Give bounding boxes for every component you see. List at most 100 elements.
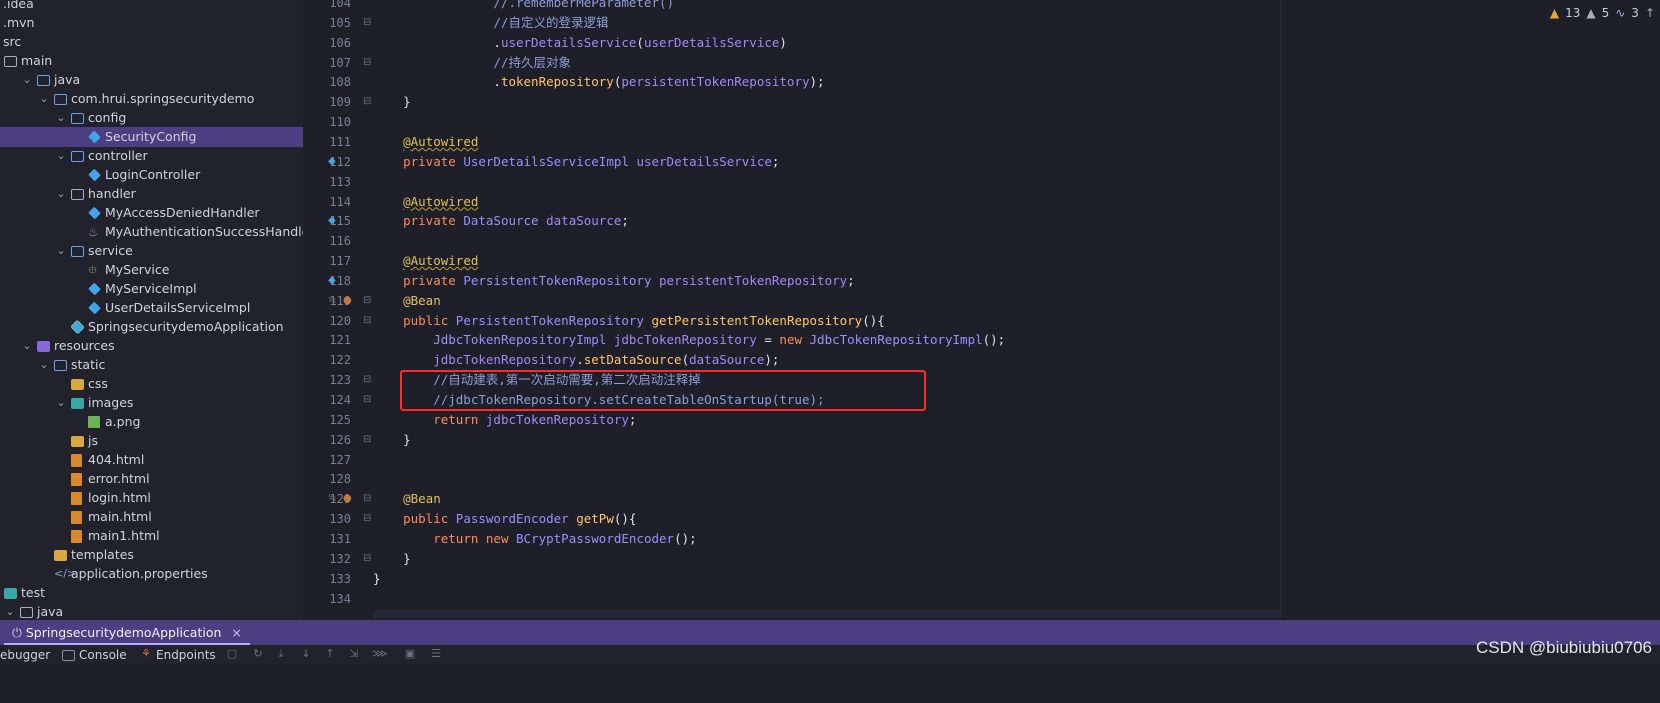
code-line[interactable]: //持久层对象 [373, 53, 571, 73]
tree-item[interactable]: main [0, 51, 303, 71]
chevron-down-icon[interactable]: ⌄ [55, 184, 67, 204]
step-out-icon[interactable]: ↑ [324, 648, 336, 660]
code-line[interactable]: private UserDetailsServiceImpl userDetai… [373, 152, 779, 172]
fold-icon[interactable]: ⊟ [363, 390, 371, 410]
fold-icon[interactable]: ⊟ [363, 13, 371, 33]
tree-item[interactable]: main.html [0, 507, 303, 527]
tree-item[interactable]: a.png [0, 412, 303, 432]
implementation-gutter-icon[interactable]: ≒ [328, 291, 336, 311]
tree-item[interactable]: ⌄ static [0, 355, 303, 375]
chevron-down-icon[interactable]: ⌄ [55, 241, 67, 261]
code-line[interactable]: } [373, 430, 411, 450]
fold-icon[interactable]: ⊟ [363, 489, 371, 509]
code-line[interactable]: return new BCryptPasswordEncoder(); [373, 529, 696, 549]
code-line[interactable]: //.rememberMeParameter() [373, 0, 674, 13]
tree-item[interactable]: ⌄ resources [0, 336, 303, 356]
chevron-down-icon[interactable]: ⌄ [21, 336, 33, 356]
tab-endpoints[interactable]: Endpoints [156, 647, 216, 663]
chevron-down-icon[interactable]: ⌄ [55, 108, 67, 128]
bean-gutter-icon[interactable]: ◆ [328, 271, 336, 291]
bean-gutter-icon[interactable]: ◆ [328, 152, 336, 172]
code-line[interactable]: private PersistentTokenRepository persis… [373, 271, 855, 291]
fold-icon[interactable]: ⊟ [363, 53, 371, 73]
tree-item[interactable]: SpringsecuritydemoApplication [0, 317, 303, 337]
tree-item[interactable]: css [0, 374, 303, 394]
tree-item[interactable]: templates [0, 545, 303, 565]
tree-item[interactable]: test [0, 583, 303, 603]
code-line[interactable]: @Bean [373, 489, 441, 509]
code-line[interactable]: private DataSource dataSource; [373, 211, 629, 231]
tree-item[interactable]: ⌄ java [0, 70, 303, 90]
layout-icon[interactable]: ▢ [226, 648, 238, 660]
inspection-widget[interactable]: ▲ 13 ▲ 5 ∿ 3 ↑ [1550, 6, 1655, 20]
tree-item[interactable]: ♨ MyAuthenticationSuccessHandler.jav [0, 222, 303, 242]
chevron-up-icon[interactable]: ↑ [1645, 6, 1655, 20]
code-editor[interactable]: //.rememberMeParameter() //自定义的登录逻辑 .use… [373, 0, 1280, 610]
step-into-icon[interactable]: ↓ [300, 648, 312, 660]
bean-gutter-icon[interactable]: ◆ [328, 211, 336, 231]
tree-item[interactable]: ⌄ handler [0, 184, 303, 204]
tree-item[interactable]: 404.html [0, 450, 303, 470]
tree-item[interactable]: SecurityConfig [0, 127, 303, 147]
implementation-gutter-icon[interactable]: ≒ [328, 489, 336, 509]
tree-item[interactable]: src [0, 32, 303, 52]
chevron-down-icon[interactable]: ⌄ [4, 602, 16, 622]
fold-icon[interactable]: ⊟ [363, 509, 371, 529]
code-line[interactable]: } [373, 569, 381, 589]
chevron-down-icon[interactable]: ⌄ [21, 70, 33, 90]
tab-springsecuritydemo-application[interactable]: ⏻ SpringsecuritydemoApplication × [4, 620, 250, 645]
code-line[interactable]: //自定义的登录逻辑 [373, 13, 608, 33]
tree-item[interactable]: ⌄ com.hrui.springsecuritydemo [0, 89, 303, 109]
tree-item[interactable]: ⌄ controller [0, 146, 303, 166]
close-tab-icon[interactable]: × [231, 625, 241, 640]
tree-item[interactable]: MyServiceImpl [0, 279, 303, 299]
code-line[interactable]: public PersistentTokenRepository getPers… [373, 311, 885, 331]
tree-item[interactable]: MyAccessDeniedHandler [0, 203, 303, 223]
fold-icon[interactable]: ⊟ [363, 370, 371, 390]
horizontal-scrollbar[interactable] [373, 610, 1280, 618]
code-line[interactable]: return jdbcTokenRepository; [373, 410, 636, 430]
code-line[interactable]: .userDetailsService(userDetailsService) [373, 33, 787, 53]
rerun-icon[interactable]: ↻ [252, 648, 264, 660]
tab-console[interactable]: Console [79, 647, 127, 663]
tree-item[interactable]: ⌄ images [0, 393, 303, 413]
chevron-down-icon[interactable]: ⌄ [38, 355, 50, 375]
fold-icon[interactable]: ⊟ [363, 549, 371, 569]
tree-item[interactable]: login.html [0, 488, 303, 508]
code-line[interactable]: @Autowired [373, 132, 478, 152]
code-line[interactable]: } [373, 92, 411, 112]
tree-item[interactable]: error.html [0, 469, 303, 489]
tree-item[interactable]: .idea [0, 0, 303, 14]
fold-icon[interactable]: ⊟ [363, 311, 371, 331]
chevron-down-icon[interactable]: ⌄ [55, 393, 67, 413]
tree-item[interactable]: ⯐ MyService [0, 260, 303, 280]
bean-method-gutter-icon[interactable]: ● [343, 291, 352, 311]
tree-item[interactable]: ⌄ java [0, 602, 303, 622]
code-line[interactable]: JdbcTokenRepositoryImpl jdbcTokenReposit… [373, 330, 1005, 350]
code-line[interactable]: .tokenRepository(persistentTokenReposito… [373, 72, 824, 92]
fold-icon[interactable]: ⊟ [363, 92, 371, 112]
tree-item[interactable]: UserDetailsServiceImpl [0, 298, 303, 318]
tree-item[interactable]: LoginController [0, 165, 303, 185]
step-over-icon[interactable]: ⤓ [275, 648, 287, 660]
tab-debugger[interactable]: ebugger [0, 647, 50, 663]
chevron-down-icon[interactable]: ⌄ [55, 146, 67, 166]
fold-icon[interactable]: ⊟ [363, 291, 371, 311]
fold-icon[interactable]: ⊟ [363, 430, 371, 450]
editor-gutter[interactable]: 104 105 ⊟ 106 107 ⊟ 108 109 ⊟ 110 111 112 ◆ 113 114 115… [303, 0, 373, 610]
tree-item[interactable]: </> application.properties [0, 564, 303, 584]
evaluate-icon[interactable]: ⋙ [372, 648, 388, 660]
tree-item[interactable]: .mvn [0, 13, 303, 33]
project-tree[interactable]: .idea .mvn src main ⌄ java ⌄ com.hrui.springsec… [0, 0, 303, 646]
run-to-cursor-icon[interactable]: ⇲ [348, 648, 360, 660]
tree-item[interactable]: ⌄ service [0, 241, 303, 261]
tree-item[interactable]: ⌄ config [0, 108, 303, 128]
code-line[interactable]: public PasswordEncoder getPw(){ [373, 509, 636, 529]
code-line[interactable]: } [373, 549, 411, 569]
bean-method-gutter-icon[interactable]: ● [343, 489, 352, 509]
code-line[interactable]: @Autowired [373, 251, 478, 271]
code-line[interactable]: jdbcTokenRepository.setDataSource(dataSo… [373, 350, 779, 370]
tree-item[interactable]: js [0, 431, 303, 451]
terminal-icon[interactable]: ▣ [404, 648, 416, 660]
code-line[interactable]: @Bean [373, 291, 441, 311]
